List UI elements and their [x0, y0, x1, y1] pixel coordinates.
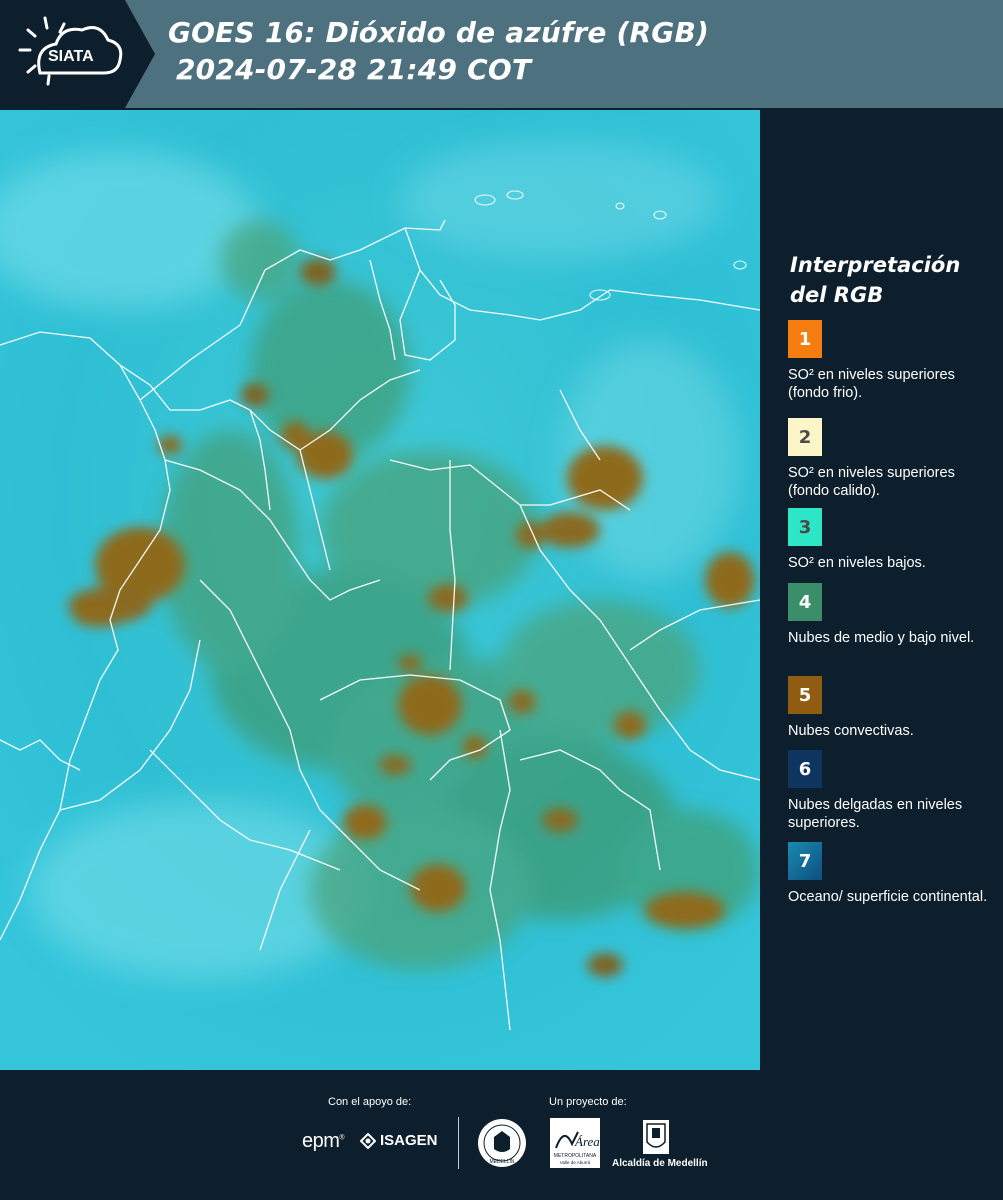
map-title: GOES 16: Dióxido de azúfre (RGB) 2024-07…: [168, 14, 709, 88]
isagen-icon: [360, 1132, 376, 1149]
legend-swatch-4: 4: [788, 583, 822, 621]
legend-swatch-5: 5: [788, 676, 822, 714]
project-label: Un proyecto de:: [549, 1096, 627, 1108]
isagen-text: ISAGEN: [380, 1132, 438, 1149]
epm-text: epm: [302, 1130, 340, 1152]
svg-text:Área: Área: [574, 1134, 600, 1149]
legend-swatch-7: 7: [788, 842, 822, 880]
legend-item-4: 4 Nubes de medio y bajo nivel.: [788, 583, 998, 647]
legend-item-1: 1 SO² en niveles superiores (fondo frio)…: [788, 320, 998, 402]
title-product: GOES 16: Dióxido de azúfre (RGB): [168, 16, 710, 49]
svg-text:METROPOLITANA: METROPOLITANA: [554, 1153, 597, 1159]
legend-swatch-1: 1: [788, 320, 822, 358]
isagen-logo[interactable]: ISAGEN: [360, 1132, 438, 1149]
legend-description: Nubes delgadas en niveles superiores.: [788, 797, 963, 831]
legend-description: SO² en niveles superiores (fondo frio).: [788, 367, 955, 401]
rgb-legend: Interpretación del RGB 1 SO² en niveles …: [760, 110, 1003, 1070]
area-metropolitana-logo[interactable]: Área METROPOLITANA Valle de Aburrá: [550, 1118, 600, 1168]
legend-item-3: 3 SO² en niveles bajos.: [788, 508, 998, 572]
siata-logo[interactable]: SIATA: [0, 0, 155, 108]
footer-divider: [458, 1117, 459, 1169]
legend-number: 5: [798, 684, 812, 706]
alcaldia-label: Alcaldía de Medellín: [612, 1158, 708, 1169]
title-timestamp: 2024-07-28 21:49 COT: [176, 53, 532, 86]
satellite-image: [0, 110, 760, 1070]
legend-swatch-3: 3: [788, 508, 822, 546]
footer-sponsors: Con el apoyo de: Un proyecto de: epm® IS…: [0, 1070, 1003, 1200]
legend-item-2: 2 SO² en niveles superiores (fondo calid…: [788, 418, 998, 500]
legend-description: Nubes de medio y bajo nivel.: [788, 630, 975, 646]
epm-logo[interactable]: epm®: [302, 1130, 345, 1153]
legend-number: 1: [798, 328, 812, 350]
satellite-map[interactable]: [0, 110, 760, 1070]
legend-number: 6: [798, 758, 812, 780]
support-label: Con el apoyo de:: [328, 1096, 412, 1108]
legend-title: Interpretación del RGB: [790, 253, 961, 307]
siata-logo-icon: SIATA: [0, 0, 155, 108]
legend-item-6: 6 Nubes delgadas en niveles superiores.: [788, 750, 998, 832]
legend-number: 2: [798, 426, 812, 448]
legend-swatch-2: 2: [788, 418, 822, 456]
legend-description: Oceano/ superficie continental.: [788, 889, 988, 905]
legend-number: 4: [798, 591, 812, 613]
svg-text:SIATA: SIATA: [48, 48, 94, 65]
header-bar: SIATA GOES 16: Dióxido de azúfre (RGB) 2…: [0, 0, 1003, 108]
legend-item-5: 5 Nubes convectivas.: [788, 676, 998, 740]
legend-description: SO² en niveles superiores (fondo calido)…: [788, 465, 955, 499]
legend-item-7: 7 Oceano/ superficie continental.: [788, 842, 998, 906]
legend-description: Nubes convectivas.: [788, 723, 914, 739]
legend-number: 3: [798, 516, 812, 538]
legend-swatch-6: 6: [788, 750, 822, 788]
medellin-seal-icon[interactable]: MEDELLÍN: [476, 1117, 528, 1169]
legend-number: 7: [798, 850, 812, 872]
legend-description: SO² en niveles bajos.: [788, 555, 926, 571]
alcaldia-shield-icon[interactable]: [641, 1118, 671, 1156]
svg-text:MEDELLÍN: MEDELLÍN: [489, 1158, 514, 1165]
svg-text:Valle de Aburrá: Valle de Aburrá: [560, 1160, 591, 1165]
